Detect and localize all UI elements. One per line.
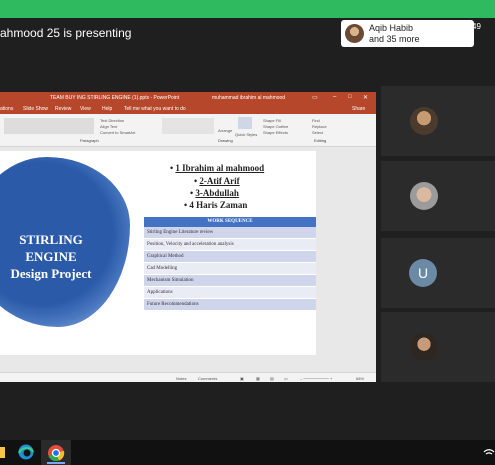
edge-icon[interactable] xyxy=(17,444,35,460)
file-explorer-icon[interactable] xyxy=(0,444,6,460)
ribbon-options-icon[interactable]: ▭ xyxy=(312,94,318,101)
avatar xyxy=(345,24,364,43)
ppt-ribbon: Text Direction Align Text Convert to Sma… xyxy=(0,114,376,147)
zoom-slider[interactable]: – ───────── + xyxy=(300,376,332,381)
avatar xyxy=(410,107,438,135)
taskbar xyxy=(0,440,495,465)
tab-help[interactable]: Help xyxy=(102,106,112,112)
team-member: 1 Ibrahim al mahmood xyxy=(175,163,265,173)
tab-slide-show[interactable]: Slide Show xyxy=(23,106,48,112)
avatar: U xyxy=(409,259,437,287)
ppt-account: muhammad ibrahim al mahmood xyxy=(212,95,286,101)
text-direction-button[interactable]: Text Direction xyxy=(100,118,124,123)
ppt-window-title: TEAM BUY ING STIRLING ENGINE (1).pptx - … xyxy=(50,95,180,101)
tab-review[interactable]: Review xyxy=(55,106,71,112)
table-row: Stirling Engine Literature review xyxy=(144,227,316,239)
select-button[interactable]: Select xyxy=(312,130,323,135)
table-row: Applications xyxy=(144,287,316,299)
notes-button[interactable]: Notes xyxy=(176,376,186,381)
slide-title: STIRLING ENGINE Design Project xyxy=(0,231,106,282)
quick-styles-button[interactable]: Quick Styles xyxy=(235,132,257,137)
ppt-status-bar: Notes Comments ▣ ▦ ▤ ▭ – ───────── + 68% xyxy=(0,372,376,382)
paragraph-controls[interactable] xyxy=(4,118,94,134)
shape-effects-button[interactable]: Shape Effects xyxy=(263,130,288,135)
shape-fill-button[interactable]: Shape Fill xyxy=(263,118,281,123)
tab-view[interactable]: View xyxy=(80,106,91,112)
ppt-title-bar: TEAM BUY ING STIRLING ENGINE (1).pptx - … xyxy=(0,92,376,104)
participant-tile[interactable] xyxy=(381,312,495,382)
find-button[interactable]: Find xyxy=(312,118,320,123)
participant-tile[interactable] xyxy=(381,86,495,156)
participant-more: and 35 more xyxy=(369,34,420,44)
work-sequence-table: WORK SEQUENCE Stirling Engine Literature… xyxy=(144,217,316,311)
participant-tile[interactable]: U xyxy=(381,238,495,308)
align-text-button[interactable]: Align Text xyxy=(100,124,117,129)
normal-view-icon[interactable]: ▣ xyxy=(240,376,244,381)
close-icon[interactable]: ✕ xyxy=(363,94,368,101)
chrome-taskbar-button[interactable] xyxy=(41,440,71,465)
avatar xyxy=(410,333,438,361)
minimize-icon[interactable]: – xyxy=(333,94,336,100)
table-row: Position, Velocity and acceleration anal… xyxy=(144,239,316,251)
wifi-icon[interactable] xyxy=(483,448,495,458)
drawing-group-label: Drawing xyxy=(218,138,233,143)
arrange-button[interactable]: Arrange xyxy=(218,128,232,133)
convert-smartart-button[interactable]: Convert to SmartArt xyxy=(100,130,135,135)
work-sequence-header: WORK SEQUENCE xyxy=(144,217,316,227)
table-row: Future Recommendations xyxy=(144,299,316,311)
shape-outline-button[interactable]: Shape Outline xyxy=(263,124,288,129)
maximize-icon[interactable]: □ xyxy=(348,94,352,100)
reading-view-icon[interactable]: ▤ xyxy=(270,376,274,381)
ppt-ribbon-tabs: ations Slide Show Review View Help Tell … xyxy=(0,104,376,114)
presenting-label: ahmood 25 is presenting xyxy=(0,26,132,40)
avatar xyxy=(410,182,438,210)
participants-button[interactable]: Aqib Habib and 35 more xyxy=(341,20,474,47)
shared-powerpoint-window[interactable]: TEAM BUY ING STIRLING ENGINE (1).pptx - … xyxy=(0,92,376,382)
team-member: 2-Atif Arif xyxy=(199,176,240,186)
slide-title-line: Design Project xyxy=(10,266,92,281)
slideshow-icon[interactable]: ▭ xyxy=(284,376,288,381)
slide-title-line: ENGINE xyxy=(25,249,77,264)
participant-tile[interactable] xyxy=(381,161,495,231)
presentation-banner xyxy=(0,0,495,18)
slide-sorter-icon[interactable]: ▦ xyxy=(256,376,260,381)
quick-styles-icon[interactable] xyxy=(238,117,252,129)
paragraph-group-label: Paragraph xyxy=(80,138,99,143)
tab-animations[interactable]: ations xyxy=(0,106,13,112)
comments-button[interactable]: Comments xyxy=(198,376,217,381)
current-slide[interactable]: STIRLING ENGINE Design Project • 1 Ibrah… xyxy=(0,151,316,355)
tell-me-input[interactable]: Tell me what you want to do xyxy=(124,106,186,112)
chrome-icon xyxy=(48,445,65,462)
slide-title-line: STIRLING xyxy=(19,232,83,247)
shapes-gallery[interactable] xyxy=(162,118,214,134)
editing-group-label: Editing xyxy=(314,138,327,143)
team-member: 4 Haris Zaman xyxy=(189,200,248,210)
team-member: 3-Abdullah xyxy=(195,188,239,198)
replace-button[interactable]: Replace xyxy=(312,124,327,129)
table-row: Graphical Method xyxy=(144,251,316,263)
people-count: 49 xyxy=(472,22,481,31)
zoom-level[interactable]: 68% xyxy=(356,376,364,381)
share-button[interactable]: Share xyxy=(352,106,365,112)
participant-name: Aqib Habib xyxy=(369,23,414,33)
table-row: Cad Modelling xyxy=(144,263,316,275)
table-row: Mechanism Simulation xyxy=(144,275,316,287)
